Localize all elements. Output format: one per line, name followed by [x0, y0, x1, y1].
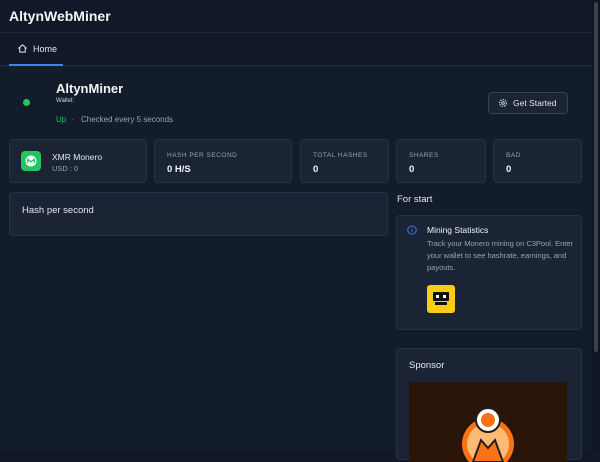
miner-name: AltynMiner	[56, 81, 124, 96]
coin-usd-value: USD : 0	[52, 164, 79, 173]
c3pool-logo[interactable]	[427, 285, 455, 313]
mining-statistics-title: Mining Statistics	[427, 225, 489, 235]
status-separator: ·	[71, 115, 74, 124]
stat-value: 0	[313, 164, 319, 175]
info-icon	[407, 225, 417, 235]
check-interval: Checked every 5 seconds	[81, 115, 174, 124]
coin-name: XMR Monero	[52, 152, 103, 162]
sponsor-image[interactable]	[409, 382, 567, 462]
stat-label: TOTAL HASHES	[313, 152, 368, 159]
app-title: AltynWebMiner	[9, 8, 111, 24]
monero-icon	[21, 151, 41, 171]
stat-bad: BAD 0	[493, 139, 582, 183]
stat-label: HASH PER SECOND	[167, 152, 238, 159]
home-icon	[18, 44, 27, 53]
scrollbar-thumb[interactable]	[594, 2, 598, 352]
sponsor-title: Sponsor	[409, 360, 445, 371]
stat-value: 0 H/S	[167, 164, 191, 175]
status-text: Up	[56, 115, 67, 124]
gear-icon	[499, 99, 507, 107]
get-started-button[interactable]: Get Started	[488, 92, 568, 114]
app-header: AltynWebMiner	[0, 0, 600, 33]
stat-label: BAD	[506, 152, 521, 159]
main-content: AltynMiner Wallet: Up · Checked every 5 …	[0, 66, 600, 462]
stat-hash-per-second: HASH PER SECOND 0 H/S	[154, 139, 292, 183]
stat-value: 0	[409, 164, 415, 175]
stat-label: SHARES	[409, 152, 439, 159]
mining-statistics-card: Mining Statistics Track your Monero mini…	[396, 215, 582, 330]
hash-chart-card: Hash per second	[9, 192, 388, 236]
mining-statistics-description: Track your Monero mining on C3Pool. Ente…	[427, 239, 574, 272]
stat-total-hashes: TOTAL HASHES 0	[300, 139, 389, 183]
chart-title: Hash per second	[22, 205, 94, 216]
for-start-heading: For start	[397, 194, 433, 205]
coin-card: XMR Monero USD : 0	[9, 139, 147, 183]
stat-shares: SHARES 0	[396, 139, 486, 183]
stat-value: 0	[506, 164, 512, 175]
get-started-label: Get Started	[513, 98, 557, 108]
wallet-label: Wallet:	[56, 98, 75, 104]
sponsor-card: Sponsor	[396, 348, 582, 462]
status-dot	[23, 99, 30, 106]
nav-bar: Home	[0, 33, 600, 66]
tab-home-label: Home	[33, 44, 58, 54]
tab-home[interactable]: Home	[9, 33, 63, 66]
